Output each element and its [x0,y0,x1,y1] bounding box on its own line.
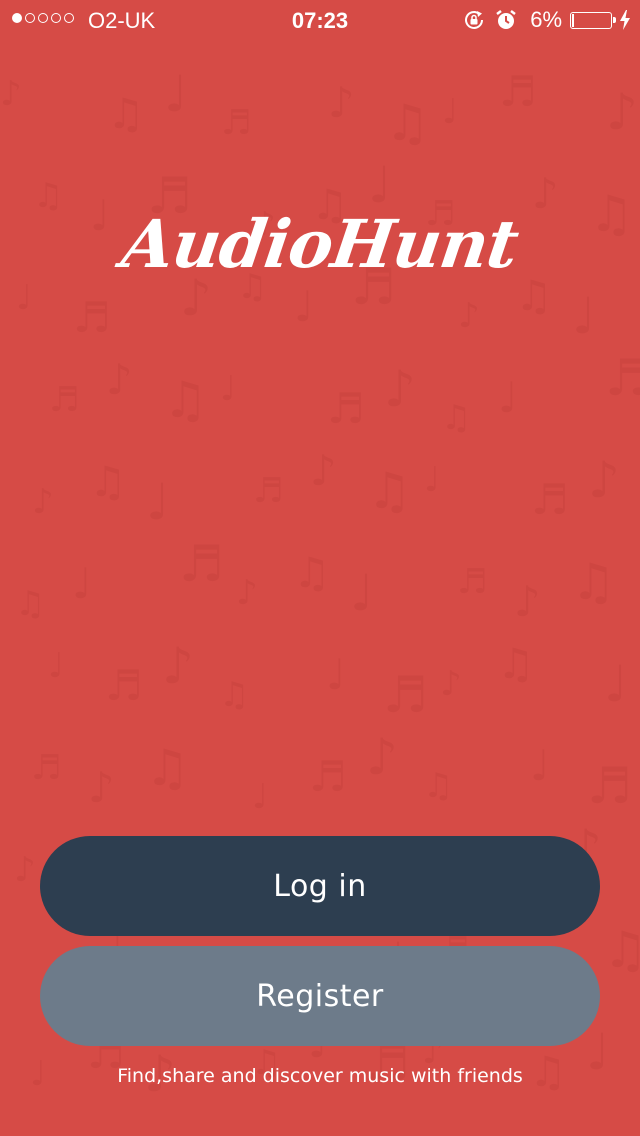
music-note-decoration: ♬ [31,748,61,788]
music-note-decoration: ♬ [457,562,487,602]
music-note-decoration: ♪ [384,360,416,418]
music-note-decoration: ♩ [442,92,458,132]
music-note-decoration: ♪ [88,763,115,812]
battery-icon [570,11,616,29]
music-note-decoration: ♪ [514,577,541,626]
battery-percent: 6% [530,7,562,32]
battery-tip [613,16,616,23]
music-note-decoration: ♪ [440,664,462,704]
rotation-lock-icon [465,11,484,29]
music-note-decoration: ♫ [603,921,640,979]
music-note-decoration: ♫ [163,371,208,429]
music-note-decoration: ♫ [571,553,616,611]
music-note-decoration: ♬ [49,380,79,420]
music-note-decoration: ♫ [107,89,145,138]
music-note-decoration: ♪ [310,446,337,495]
music-note-decoration: ♪ [328,78,355,127]
music-note-decoration: ♫ [89,457,127,506]
music-note-decoration: ♫ [145,739,190,797]
battery-level-fill [572,13,574,27]
charging-bolt-icon [620,10,630,30]
music-note-decoration: ♬ [309,752,347,801]
music-note-decoration: ♪ [458,296,480,336]
login-button[interactable]: Log in [40,836,600,936]
music-note-decoration: ♩ [294,282,314,331]
tagline: Find,share and discover music with frien… [117,1065,523,1087]
music-note-decoration: ♫ [15,584,45,624]
music-note-decoration: ♪ [106,355,133,404]
music-note-decoration: ♫ [423,766,453,806]
music-note-decoration: ♬ [73,293,111,342]
music-note-decoration: ♬ [587,757,632,815]
music-note-decoration: ♩ [220,369,236,409]
music-note-decoration: ♬ [221,103,251,143]
music-note-decoration: ♩ [604,655,628,713]
music-note-decoration: ♬ [605,349,640,407]
music-note-decoration: ♩ [252,777,268,817]
music-note-decoration: ♬ [105,661,143,710]
music-note-decoration: ♫ [219,675,249,715]
music-note-decoration: ♬ [253,471,283,511]
music-note-decoration: ♩ [530,741,550,790]
music-note-decoration: ♫ [293,548,331,597]
status-bar: O2-UK 07:23 6% [0,0,640,40]
music-note-decoration: ♩ [48,646,64,686]
register-button[interactable]: Register [40,946,600,1046]
music-note-decoration: ♬ [499,67,537,116]
music-note-decoration: ♫ [367,462,412,520]
music-note-decoration: ♪ [236,573,258,613]
music-note-decoration: ♬ [531,475,569,524]
music-note-decoration: ♩ [72,559,92,608]
music-note-decoration: ♩ [16,278,32,318]
music-note-decoration: ♪ [0,74,22,114]
music-note-decoration: ♪ [14,850,36,890]
music-note-decoration: ♩ [350,564,374,622]
music-note-decoration: ♩ [498,373,518,422]
music-note-decoration: ♪ [588,451,620,509]
music-note-decoration: ♫ [441,398,471,438]
alarm-icon [496,10,516,29]
music-note-decoration: ♩ [424,460,440,500]
music-note-decoration: ♪ [366,728,398,786]
music-note-decoration: ♬ [383,666,428,724]
music-note-decoration: ♫ [497,639,535,688]
app-logo: AudioHunt [117,205,523,283]
music-note-decoration: ♪ [606,83,638,141]
music-note-decoration: ♪ [32,482,54,522]
music-note-decoration: ♪ [162,637,194,695]
music-note-decoration: ♩ [572,287,596,345]
music-note-decoration: ♬ [327,384,365,433]
music-note-decoration: ♫ [385,94,430,152]
music-note-decoration: ♩ [146,473,170,531]
status-right-group: 6% [462,6,630,34]
music-note-decoration: ♬ [179,535,224,593]
music-note-decoration: ♩ [326,650,346,699]
music-note-decoration: ♩ [164,65,188,123]
